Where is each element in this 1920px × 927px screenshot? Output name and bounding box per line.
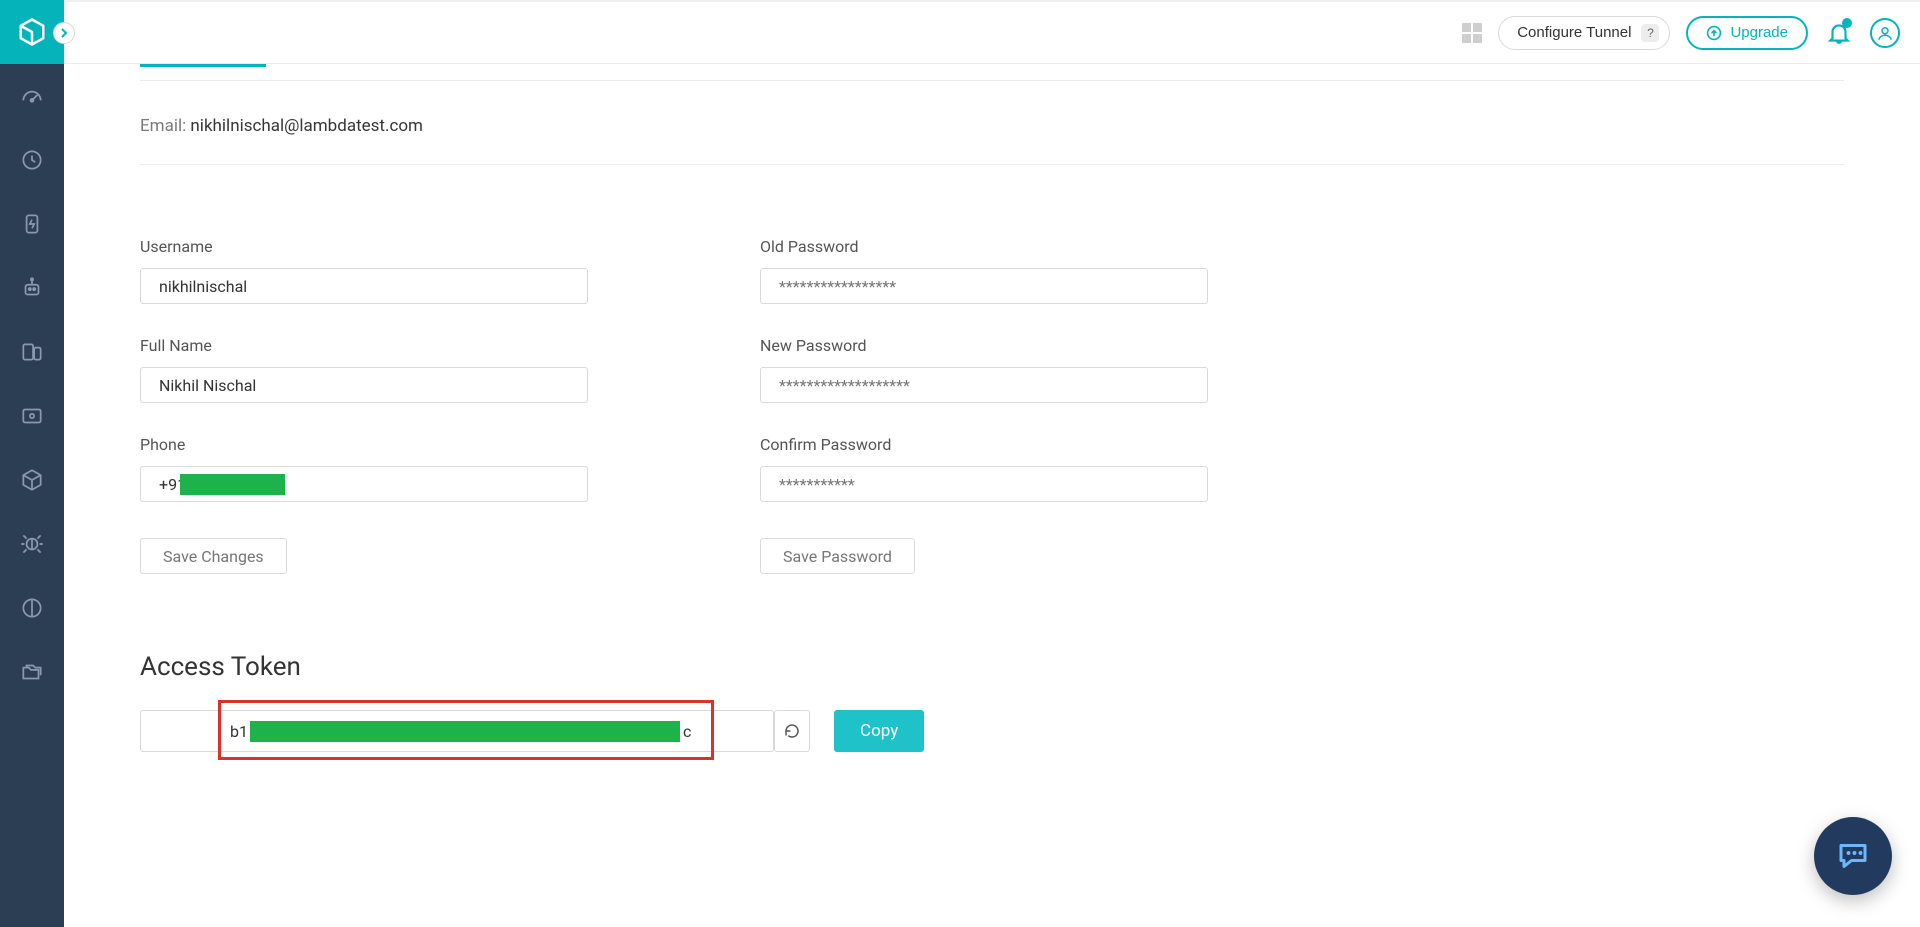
brand-logo-icon [17, 17, 47, 47]
tabs-strip [140, 64, 1844, 81]
active-tab-indicator [140, 64, 266, 67]
upgrade-arrow-icon [1706, 25, 1722, 41]
chat-support-button[interactable] [1814, 817, 1892, 895]
email-label: Email: [140, 116, 190, 136]
confirm-password-label: Confirm Password [760, 435, 1260, 454]
sidebar-item-issues[interactable] [0, 512, 64, 576]
fullname-input[interactable] [140, 367, 588, 403]
content-scroll[interactable]: Email: nikhilnischal@lambdatest.com User… [64, 64, 1920, 927]
refresh-icon [783, 722, 801, 740]
sidebar-item-realtime[interactable] [0, 192, 64, 256]
sidebar-item-files[interactable] [0, 640, 64, 704]
save-changes-button[interactable]: Save Changes [140, 538, 287, 574]
notifications-button[interactable] [1824, 18, 1854, 48]
notification-dot [1842, 18, 1852, 28]
compare-icon [19, 595, 45, 621]
sidebar-expand-button[interactable] [53, 22, 75, 44]
new-password-input[interactable] [760, 367, 1208, 403]
help-icon[interactable]: ? [1641, 24, 1659, 42]
phone-label: Phone [140, 435, 640, 454]
configure-tunnel-label: Configure Tunnel [1517, 24, 1631, 41]
token-suffix-text: c [683, 722, 691, 741]
confirm-password-input[interactable] [760, 466, 1208, 502]
chevron-right-icon [59, 28, 69, 38]
fullname-label: Full Name [140, 336, 640, 355]
battery-bolt-icon [19, 211, 45, 237]
old-password-input[interactable] [760, 268, 1208, 304]
copy-token-button[interactable]: Copy [834, 710, 924, 752]
gauge-icon [19, 83, 45, 109]
regenerate-token-button[interactable] [774, 710, 810, 752]
user-icon [1876, 24, 1894, 42]
sidebar-item-dashboard[interactable] [0, 64, 64, 128]
cube-icon [19, 467, 45, 493]
token-prefix-text: b1 [230, 722, 248, 741]
username-label: Username [140, 237, 640, 256]
sidebar-item-visual[interactable] [0, 384, 64, 448]
phone-redaction-mask [180, 474, 285, 495]
card-eye-icon [19, 403, 45, 429]
top-header: Configure Tunnel ? Upgrade [64, 2, 1920, 64]
sidebar-item-automation[interactable] [0, 256, 64, 320]
sidebar-item-compare[interactable] [0, 576, 64, 640]
devices-icon [19, 339, 45, 365]
save-password-button[interactable]: Save Password [760, 538, 915, 574]
profile-avatar-button[interactable] [1870, 18, 1900, 48]
access-token-heading: Access Token [140, 652, 1844, 682]
sidebar-item-box[interactable] [0, 448, 64, 512]
bug-icon [19, 531, 45, 557]
robot-icon [19, 275, 45, 301]
sidebar-nav [0, 64, 64, 927]
token-redaction-mask [250, 721, 680, 742]
upgrade-button[interactable]: Upgrade [1686, 16, 1808, 50]
sidebar-item-devices[interactable] [0, 320, 64, 384]
apps-grid-icon[interactable] [1462, 23, 1482, 43]
clock-icon [19, 147, 45, 173]
email-display-row: Email: nikhilnischal@lambdatest.com [140, 81, 1844, 165]
chat-bubble-icon [1835, 838, 1871, 874]
email-value: nikhilnischal@lambdatest.com [190, 116, 423, 136]
folders-icon [19, 659, 45, 685]
old-password-label: Old Password [760, 237, 1260, 256]
configure-tunnel-button[interactable]: Configure Tunnel ? [1498, 16, 1670, 50]
sidebar-item-history[interactable] [0, 128, 64, 192]
new-password-label: New Password [760, 336, 1260, 355]
username-input[interactable] [140, 268, 588, 304]
upgrade-label: Upgrade [1730, 24, 1788, 41]
